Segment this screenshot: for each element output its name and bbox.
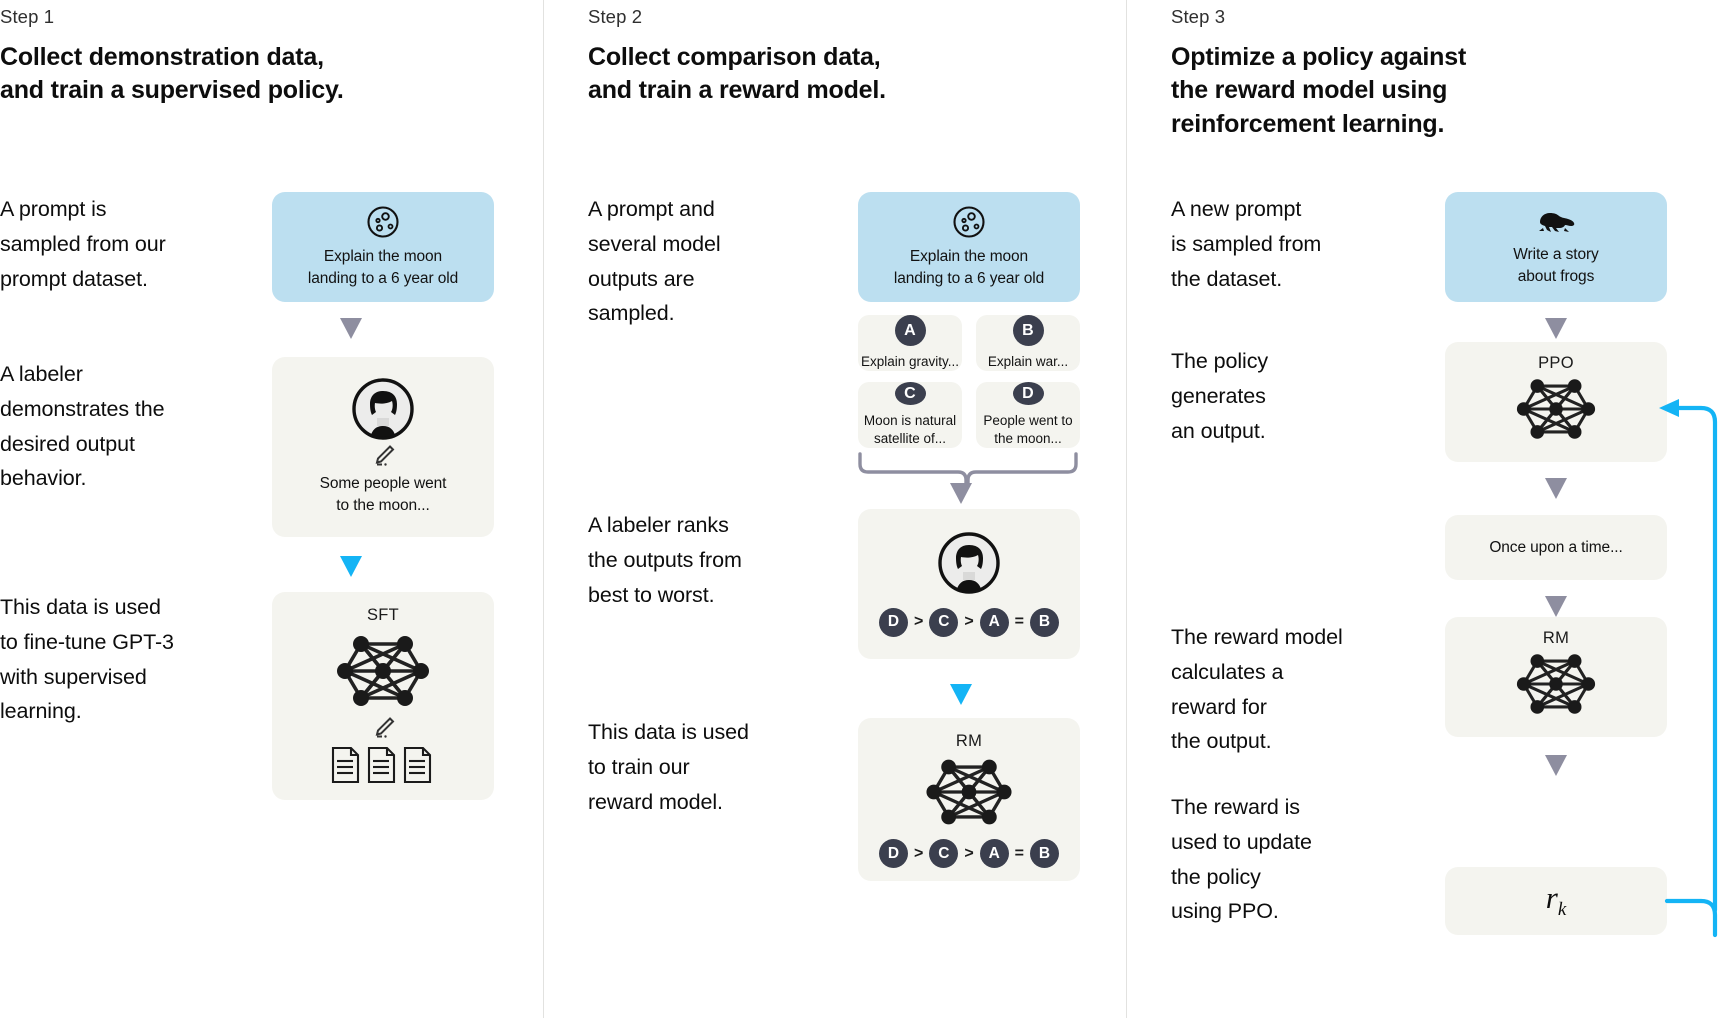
labeler-avatar-icon (938, 531, 1000, 594)
option-text-d: People went to the moon... (983, 413, 1073, 447)
output-option-c[interactable]: C Moon is natural satellite of... (858, 382, 962, 448)
step-2-ranking-card[interactable]: D > C > A = B (858, 509, 1080, 659)
step-3-arrow-3 (1545, 596, 1567, 617)
rm-rank-op-1: > (913, 844, 924, 862)
neural-network-icon (1512, 375, 1600, 443)
output-option-b[interactable]: B Explain war... (976, 315, 1080, 371)
output-option-d[interactable]: D People went to the moon... (976, 382, 1080, 448)
step-3-paragraph-1: A new prompt is sampled from the dataset… (1171, 197, 1322, 291)
neural-network-icon (335, 631, 431, 711)
step-2-rm-card[interactable]: RM D > C > A = B (858, 718, 1080, 881)
documents-icon (331, 746, 435, 784)
rm-rank-op-2: > (964, 844, 974, 862)
labeler-avatar-icon (352, 377, 414, 440)
option-text-c: Moon is natural satellite of... (863, 413, 957, 447)
step-1-title: Collect demonstration data, and train a … (0, 43, 344, 105)
rm-rank-badge-3: A (979, 839, 1009, 868)
rank-op-1: > (913, 613, 924, 630)
step-2-arrow-blue (950, 684, 972, 705)
step-3-arrow-4 (1545, 755, 1567, 776)
rank-badge-4: B (1030, 607, 1060, 637)
moon-icon (952, 205, 986, 239)
option-badge-a: A (894, 315, 926, 347)
step-3-title: Optimize a policy against the reward mod… (1171, 43, 1467, 138)
step-1-arrow-1 (340, 318, 362, 339)
rm-rank-badge-2: C (929, 839, 959, 868)
rank-op-2: > (964, 613, 974, 630)
output-option-a[interactable]: A Explain gravity... (858, 315, 962, 371)
rlhf-diagram: Step 1 Collect demonstration data, and t… (0, 0, 1719, 1018)
pencil-icon (370, 716, 396, 740)
neural-network-icon (1512, 650, 1600, 718)
ppo-title: PPO (1538, 354, 1574, 372)
step-2-prompt-card[interactable]: Explain the moon landing to a 6 year old (858, 192, 1080, 302)
step-3-paragraph-2: The policy generates an output. (1171, 349, 1268, 443)
step-1-arrow-2 (340, 556, 362, 577)
step-2-paragraph-3: This data is used to train our reward mo… (588, 720, 749, 814)
step-3-ppo-card[interactable]: PPO (1445, 342, 1667, 462)
step-3-output-card[interactable]: Once upon a time... (1445, 515, 1667, 580)
step-3-label: Step 3 (1171, 6, 1226, 27)
step-3-arrow-1 (1545, 318, 1567, 339)
step-3-output-text: Once upon a time... (1489, 538, 1623, 556)
sft-title: SFT (366, 606, 400, 624)
option-text-a: Explain gravity... (860, 354, 960, 370)
step-3-column: Step 3 Optimize a policy against the rew… (1127, 0, 1719, 1018)
step-3-paragraph-4: The reward is used to update the policy … (1171, 795, 1312, 924)
rank-badge-1: D (878, 607, 908, 637)
step-2-merge-arrow (950, 483, 972, 504)
step-2-paragraph-1: A prompt and several model outputs are s… (588, 197, 721, 326)
pencil-icon (370, 444, 396, 468)
feedback-loop-start (1664, 898, 1718, 938)
rank-badge-3: A (979, 607, 1009, 637)
neural-network-icon (921, 755, 1017, 829)
rank-op-3: = (1014, 613, 1025, 630)
frog-icon (1534, 206, 1578, 236)
step-1-sft-card[interactable]: SFT (272, 592, 494, 800)
moon-icon (366, 205, 400, 239)
step-2-column: Step 2 Collect comparison data, and trai… (544, 0, 1126, 1018)
reward-symbol: rk (1545, 880, 1567, 921)
rm-rank-badge-4: B (1030, 839, 1060, 868)
rm-rank-op-3: = (1014, 844, 1025, 862)
rank-badge-2: C (929, 607, 959, 637)
step-1-paragraph-3: This data is used to fine-tune GPT-3 wit… (0, 595, 174, 724)
option-text-b: Explain war... (987, 354, 1069, 370)
step-1-prompt-text: Explain the moon landing to a 6 year old (307, 247, 459, 287)
step-3-prompt-text: Write a story about frogs (1513, 246, 1599, 285)
step-1-label: Step 1 (0, 6, 55, 27)
step-3-paragraph-3: The reward model calculates a reward for… (1171, 625, 1343, 754)
rm-rank-badge-1: D (878, 839, 908, 868)
step-2-title: Collect comparison data, and train a rew… (588, 43, 886, 105)
feedback-loop-arrow (1659, 399, 1718, 913)
step-2-paragraph-2: A labeler ranks the outputs from best to… (588, 513, 742, 607)
ranking-row: D > C > A = B (878, 607, 1060, 637)
step-1-prompt-card[interactable]: Explain the moon landing to a 6 year old (272, 192, 494, 302)
step-2-label: Step 2 (588, 6, 643, 27)
step-1-paragraph-2: A labeler demonstrates the desired outpu… (0, 362, 165, 491)
step-3-rm-card[interactable]: RM (1445, 617, 1667, 737)
step-3-arrow-2 (1545, 478, 1567, 499)
step-1-labeler-text: Some people went to the moon... (319, 474, 447, 514)
step-1-labeler-card[interactable]: Some people went to the moon... (272, 357, 494, 537)
rm-title: RM (955, 732, 983, 750)
step-3-rm-title: RM (1542, 629, 1570, 647)
step-1-column: Step 1 Collect demonstration data, and t… (0, 0, 543, 1018)
step-3-prompt-card[interactable]: Write a story about frogs (1445, 192, 1667, 302)
rm-ranking-row: D > C > A = B (878, 839, 1060, 868)
option-badge-b: B (1012, 315, 1044, 347)
step-1-paragraph-1: A prompt is sampled from our prompt data… (0, 197, 166, 291)
step-2-prompt-text: Explain the moon landing to a 6 year old (893, 247, 1045, 287)
option-badge-d: D (1012, 382, 1044, 406)
step-3-reward-card[interactable]: rk (1445, 867, 1667, 935)
option-badge-c: C (894, 382, 926, 406)
